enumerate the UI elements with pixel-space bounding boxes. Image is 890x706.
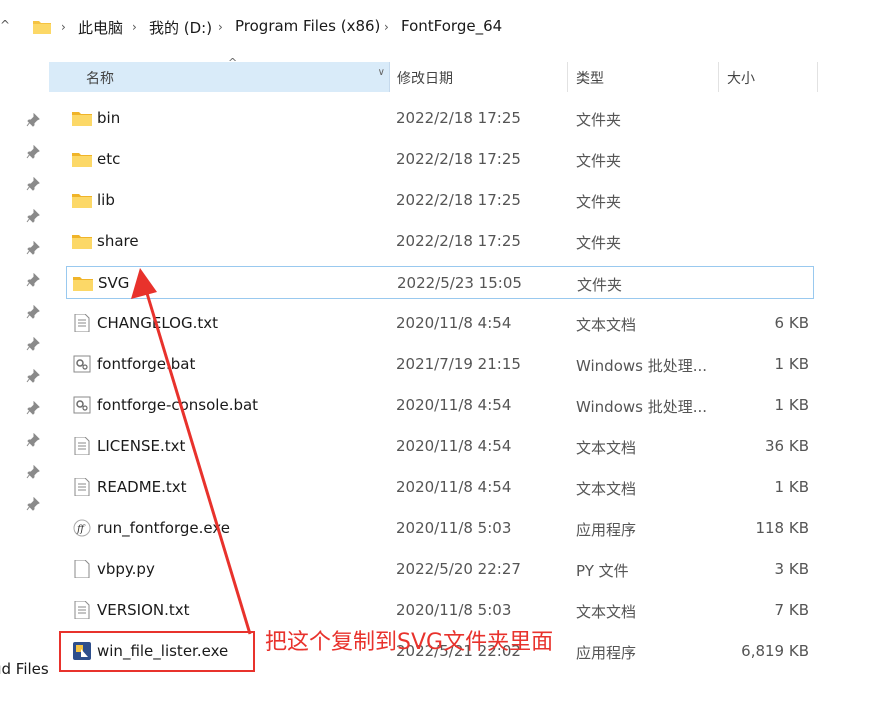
annotation-arrow (131, 268, 252, 635)
annotation-highlight-box (59, 631, 255, 672)
annotation-text: 把这个复制到SVG文件夹里面 (265, 630, 554, 655)
